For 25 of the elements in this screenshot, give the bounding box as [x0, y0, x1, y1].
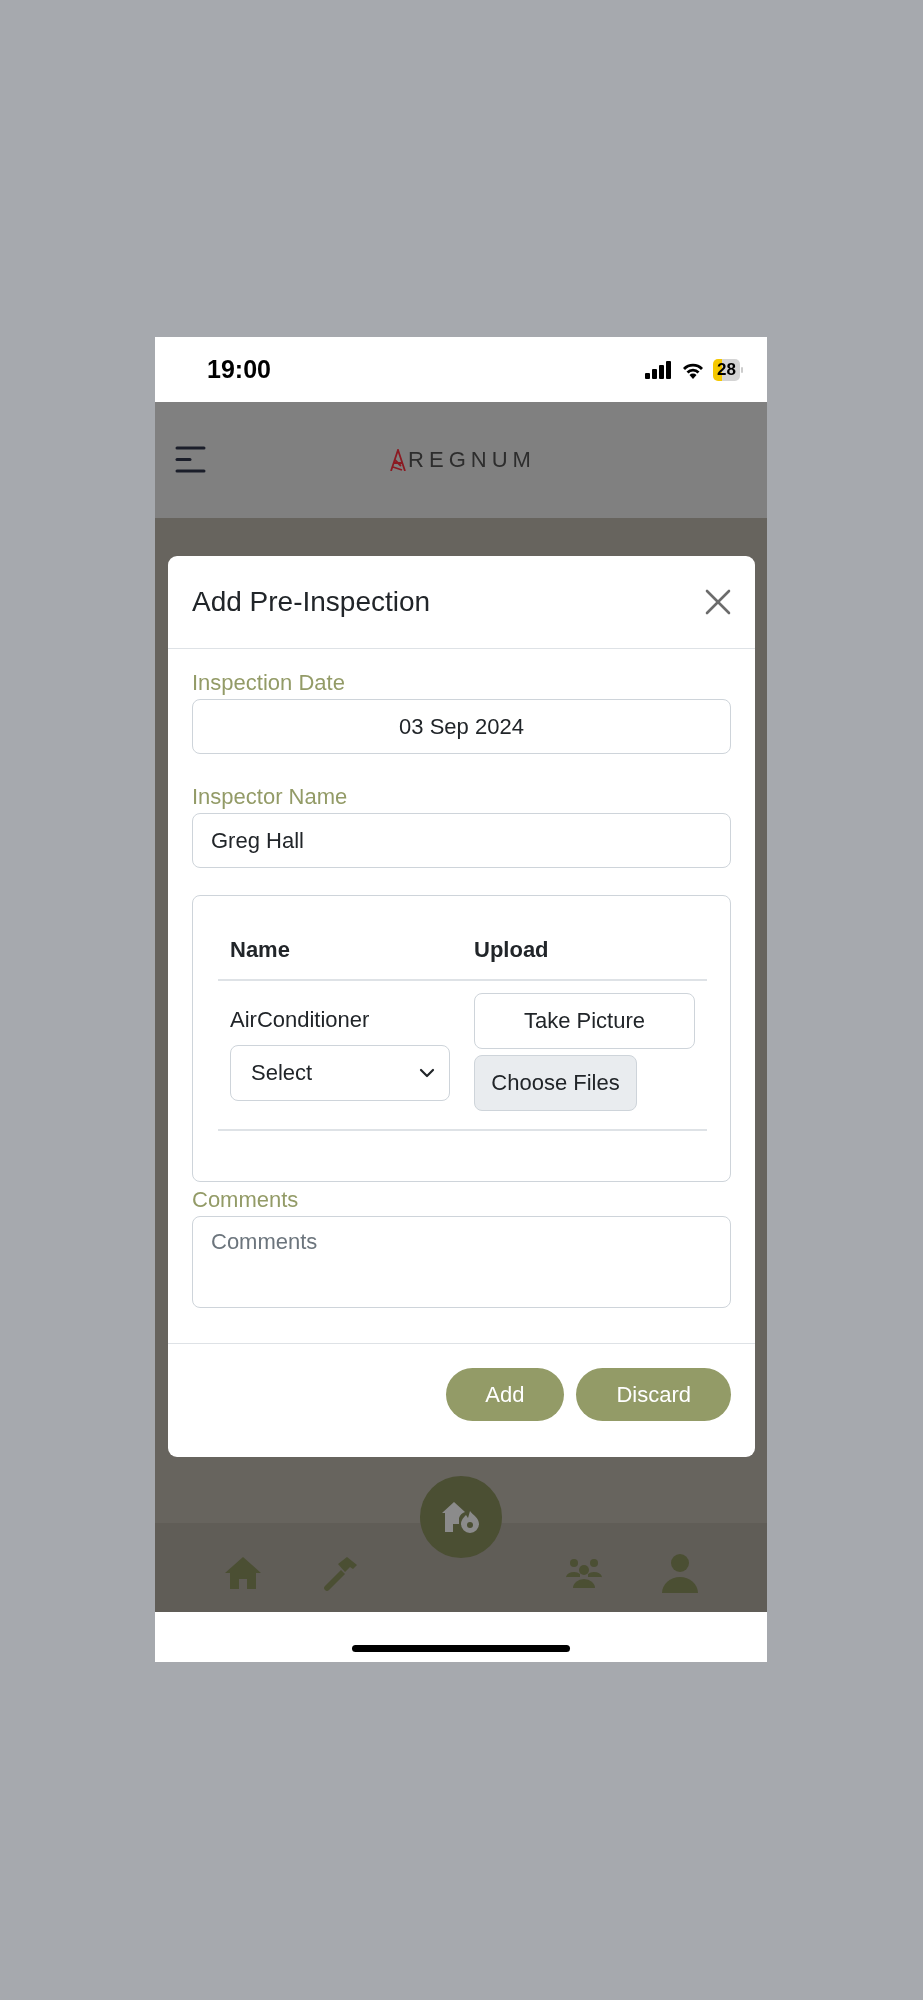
column-header: Name: [218, 921, 462, 980]
choose-files-button[interactable]: Choose Files: [474, 1055, 637, 1111]
select-dropdown[interactable]: Select: [230, 1045, 450, 1101]
signal-icon: [645, 360, 674, 379]
close-icon[interactable]: [705, 589, 731, 615]
item-name: AirConditioner: [230, 1007, 371, 1033]
comments-field[interactable]: Comments: [192, 1216, 731, 1308]
dialog-title: Add Pre-Inspection: [192, 586, 431, 618]
group-icon[interactable]: [565, 1557, 604, 1588]
home-icon[interactable]: [224, 1555, 263, 1590]
take-picture-button[interactable]: Take Picture: [474, 993, 695, 1049]
date-field[interactable]: 03 Sep 2024: [192, 699, 731, 754]
clock: 19:00: [207, 355, 271, 384]
field-label: Inspector Name: [192, 783, 349, 811]
field-label: Comments: [192, 1186, 300, 1214]
home-indicator[interactable]: [352, 1645, 570, 1652]
person-icon[interactable]: [661, 1552, 698, 1593]
input-field[interactable]: Greg Hall: [192, 813, 731, 868]
house-fire-icon: [442, 1501, 480, 1533]
chevron-down-icon: [419, 1068, 435, 1078]
menu-icon[interactable]: [175, 446, 206, 473]
tower-logo-icon: [390, 449, 407, 471]
logo-text: REGNUM: [408, 449, 536, 471]
column-header: Upload: [462, 921, 707, 980]
field-label: Inspection Date: [192, 669, 346, 697]
